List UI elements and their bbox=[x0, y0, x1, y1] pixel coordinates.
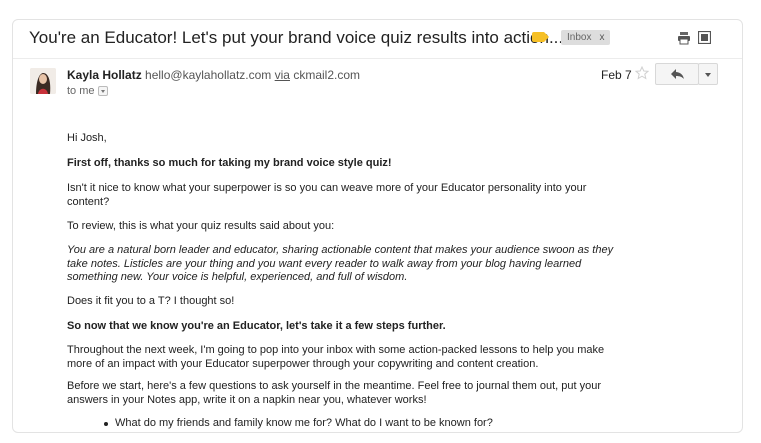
more-options-icon[interactable] bbox=[698, 63, 718, 85]
message-header: Kayla Hollatz hello@kaylahollatz.com via… bbox=[13, 58, 742, 118]
body-paragraph-8: Before we start, here's a few questions … bbox=[67, 380, 602, 406]
inbox-label-chip[interactable]: Inbox x bbox=[561, 30, 611, 45]
email-card: You're an Educator! Let's put your brand… bbox=[12, 19, 743, 433]
via-domain: ckmail2.com bbox=[293, 68, 361, 82]
email-date: Feb 7 bbox=[601, 68, 632, 82]
body-paragraph-1: First off, thanks so much for taking my … bbox=[67, 157, 392, 169]
remove-label-button[interactable]: x bbox=[599, 32, 604, 43]
reply-button[interactable] bbox=[655, 63, 699, 85]
sender-name[interactable]: Kayla Hollatz bbox=[67, 68, 142, 82]
body-paragraph-7: Throughout the next week, I'm going to p… bbox=[67, 344, 605, 370]
list-item: What do my friends and family know me fo… bbox=[101, 417, 621, 431]
star-icon[interactable] bbox=[635, 66, 649, 80]
print-icon[interactable] bbox=[677, 31, 691, 45]
avatar[interactable] bbox=[30, 68, 56, 94]
body-paragraph-5: Does it fit you to a T? I thought so! bbox=[67, 295, 235, 307]
question-list: What do my friends and family know me fo… bbox=[101, 417, 621, 431]
sender-line: Kayla Hollatz hello@kaylahollatz.com via… bbox=[67, 68, 360, 82]
quiz-result-quote: You are a natural born leader and educat… bbox=[67, 244, 614, 283]
to-me-label: to me bbox=[67, 85, 95, 97]
greeting: Hi Josh, bbox=[67, 132, 107, 144]
body-paragraph-6: So now that we know you're an Educator, … bbox=[67, 320, 446, 332]
important-label-icon[interactable] bbox=[532, 32, 549, 42]
email-subject: You're an Educator! Let's put your brand… bbox=[29, 28, 564, 47]
new-window-icon[interactable] bbox=[698, 31, 711, 44]
subject-bar: You're an Educator! Let's put your brand… bbox=[13, 20, 742, 59]
via-link[interactable]: via bbox=[275, 68, 290, 82]
body-paragraph-3: To review, this is what your quiz result… bbox=[67, 220, 335, 232]
body-paragraph-2: Isn't it nice to know what your superpow… bbox=[67, 182, 587, 208]
inbox-label-text: Inbox bbox=[567, 32, 592, 43]
show-details-icon[interactable] bbox=[97, 86, 108, 97]
reply-icon bbox=[671, 69, 684, 79]
sender-email: hello@kaylahollatz.com bbox=[145, 68, 272, 82]
recipient-line: to me bbox=[67, 85, 108, 97]
